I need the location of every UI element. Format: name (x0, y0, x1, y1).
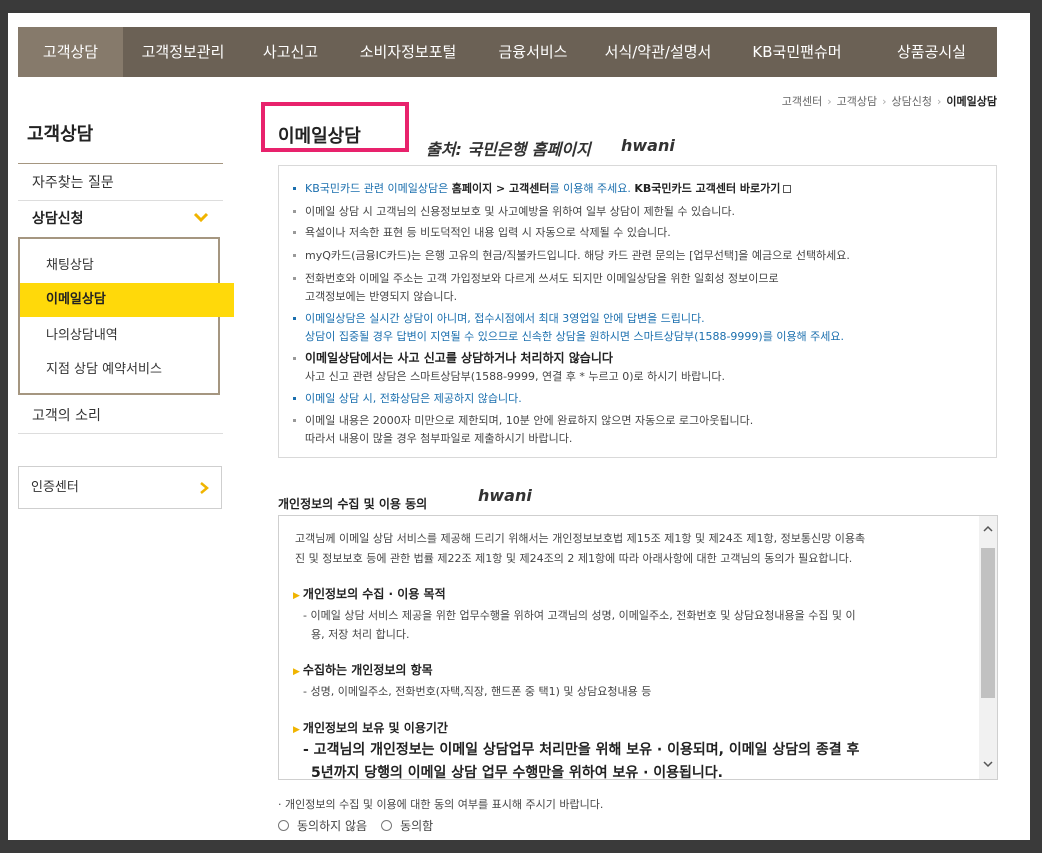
radio-disagree-label[interactable]: 동의하지 않음 (297, 817, 367, 834)
notice-line-card: KB국민카드 관련 이메일상담은 홈페이지 > 고객센터를 이용해 주세요. K… (305, 180, 792, 196)
chevron-down-icon (193, 201, 209, 237)
breadcrumb-sep-icon: › (827, 95, 832, 108)
page-title: 이메일상담 (278, 126, 361, 147)
breadcrumb-home[interactable]: 고객센터 (782, 95, 822, 108)
notice-line: myQ카드(금융IC카드)는 은행 고유의 현금/직불카드입니다. 해당 카드 … (305, 249, 850, 262)
notice-box: KB국민카드 관련 이메일상담은 홈페이지 > 고객센터를 이용해 주세요. K… (278, 165, 997, 458)
triangle-bullet-icon: ▶ (293, 667, 300, 677)
consent-section-title: 개인정보의 수집 및 이용 동의 (278, 497, 428, 511)
kbcard-link[interactable]: KB국민카드 고객센터 바로가기 (634, 182, 780, 195)
agree-radio-group: 동의하지 않음 동의함 (278, 817, 447, 834)
watermark: hwani (478, 486, 532, 505)
submenu-my-history[interactable]: 나의상담내역 (20, 319, 234, 353)
gnb-consult[interactable]: 고객상담 (18, 27, 123, 77)
radio-disagree[interactable] (278, 820, 289, 831)
lnb-item-apply-label: 상담신청 (32, 211, 84, 227)
external-link-icon (783, 185, 792, 193)
scroll-up-icon[interactable] (983, 524, 993, 535)
consent-desc: 용, 저장 처리 합니다. (311, 628, 410, 641)
gnb-product-disclosure[interactable]: 상품공시실 (866, 27, 997, 77)
scrollbar[interactable] (979, 516, 997, 779)
triangle-bullet-icon: ▶ (293, 591, 300, 601)
submenu-email[interactable]: 이메일상담 (20, 283, 234, 317)
breadcrumb-sep-icon: › (936, 95, 942, 108)
consent-heading-items: ▶ 수집하는 개인정보의 항목 (293, 663, 433, 677)
page: 고객상담 고객정보관리 사고신고 소비자정보포털 금융서비스 서식/약관/설명서… (8, 13, 1030, 840)
lnb-item-apply[interactable]: 상담신청 (18, 201, 223, 237)
lnb-title: 고객상담 (27, 124, 94, 145)
source-note: 출처: 국민은행 홈페이지 (426, 140, 591, 159)
notice-line: 사고 신고 관련 상담은 스마트상담부(1588-9999, 연결 후 * 누르… (305, 370, 725, 383)
breadcrumb-consult[interactable]: 고객상담 (837, 95, 877, 108)
notice-line: 욕설이나 저속한 표현 등 비도덕적인 내용 입력 시 자동으로 삭제될 수 있… (305, 226, 671, 239)
global-nav: 고객상담 고객정보관리 사고신고 소비자정보포털 금융서비스 서식/약관/설명서… (18, 27, 997, 77)
gnb-financial-services[interactable]: 금융서비스 (478, 27, 588, 77)
scroll-down-icon[interactable] (983, 760, 993, 771)
watermark: hwani (621, 136, 675, 155)
agree-note: · 개인정보의 수집 및 이용에 대한 동의 여부를 표시해 주시기 바랍니다. (278, 798, 604, 811)
breadcrumb-current: 이메일상담 (946, 95, 997, 108)
consent-desc-big: 5년까지 당행의 이메일 상담 업무 수행만을 위하여 보유 · 이용됩니다. (311, 765, 724, 780)
breadcrumb-apply[interactable]: 상담신청 (892, 95, 932, 108)
cert-center-label: 인증센터 (31, 480, 79, 495)
gnb-forms[interactable]: 서식/약관/설명서 (588, 27, 728, 77)
triangle-bullet-icon: ▶ (293, 725, 300, 735)
scroll-thumb[interactable] (981, 548, 995, 698)
lnb-item-faq[interactable]: 자주찾는 질문 (18, 165, 223, 201)
notice-line-bold: 이메일상담에서는 사고 신고를 상담하거나 처리하지 않습니다 (305, 351, 613, 365)
notice-line: 이메일 내용은 2000자 미만으로 제한되며, 10분 안에 완료하지 않으면… (305, 414, 754, 427)
submenu-branch-reservation[interactable]: 지점 상담 예약서비스 (20, 353, 234, 387)
consent-heading-purpose: ▶ 개인정보의 수집 · 이용 목적 (293, 587, 446, 601)
breadcrumb-sep-icon: › (882, 95, 887, 108)
consent-desc: - 성명, 이메일주소, 전화번호(자택,직장, 핸드폰 중 택1) 및 상담요… (303, 685, 652, 698)
lnb-item-voice[interactable]: 고객의 소리 (18, 398, 223, 434)
notice-line: 고객정보에는 반영되지 않습니다. (305, 290, 458, 303)
submenu-chat[interactable]: 채팅상담 (20, 249, 234, 283)
notice-line: 따라서 내용이 많을 경우 첨부파일로 제출하시기 바랍니다. (305, 432, 573, 445)
radio-agree[interactable] (381, 820, 393, 831)
consent-intro: 고객님께 이메일 상담 서비스를 제공해 드리기 위해서는 개인정보보호법 제1… (295, 532, 866, 545)
notice-line-blue: 이메일상담은 실시간 상담이 아니며, 접수시점에서 최대 3영업일 안에 답변… (305, 312, 705, 325)
notice-line-blue: 이메일 상담 시, 전화상담은 제공하지 않습니다. (305, 392, 522, 405)
consent-desc: - 이메일 상담 서비스 제공을 위한 업무수행을 위하여 고객님의 성명, 이… (303, 609, 856, 622)
chevron-right-icon (199, 467, 209, 508)
gnb-customer-info[interactable]: 고객정보관리 (123, 27, 243, 77)
notice-line-blue: 상담이 집중될 경우 답변이 지연될 수 있으므로 신속한 상담을 원하시면 스… (305, 330, 845, 343)
gnb-accident-report[interactable]: 사고신고 (243, 27, 338, 77)
consent-scrollbox[interactable]: 고객님께 이메일 상담 서비스를 제공해 드리기 위해서는 개인정보보호법 제1… (278, 515, 998, 780)
consent-intro: 진 및 정보보호 등에 관한 법률 제22조 제1항 및 제24조의 2 제1항… (295, 552, 853, 565)
lnb-divider (18, 163, 223, 164)
gnb-consumer-portal[interactable]: 소비자정보포털 (338, 27, 478, 77)
consent-desc-big: - 고객님의 개인정보는 이메일 상담업무 처리만을 위해 보유 · 이용되며,… (303, 742, 860, 758)
notice-line: 전화번호와 이메일 주소는 고객 가입정보와 다르게 쓰셔도 되지만 이메일상담… (305, 272, 779, 285)
consent-heading-period: ▶ 개인정보의 보유 및 이용기간 (293, 721, 448, 735)
cert-center-button[interactable]: 인증센터 (18, 466, 222, 509)
breadcrumb: 고객센터 › 고객상담 › 상담신청 › 이메일상담 (782, 93, 997, 109)
lnb-submenu: 채팅상담 이메일상담 나의상담내역 지점 상담 예약서비스 (18, 237, 234, 395)
notice-line: 이메일 상담 시 고객님의 신용정보보호 및 사고예방을 위하여 일부 상담이 … (305, 205, 736, 218)
radio-agree-label[interactable]: 동의함 (400, 817, 433, 834)
homepage-link[interactable]: 홈페이지 > 고객센터 (452, 182, 550, 195)
gnb-fansumer[interactable]: KB국민팬슈머 (728, 27, 866, 77)
